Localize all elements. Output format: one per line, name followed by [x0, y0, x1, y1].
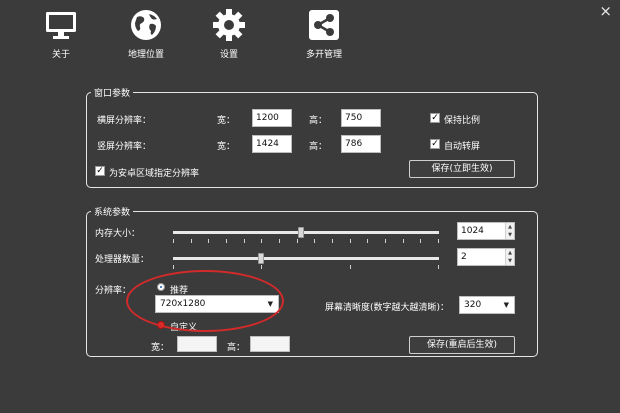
resolution-label: 分辨率：	[95, 286, 132, 296]
keep-ratio-checkbox[interactable]: ✓	[430, 113, 440, 123]
system-params-title: 系统参数	[91, 205, 134, 218]
slider-tick	[314, 239, 315, 243]
cpu-slider-thumb[interactable]	[258, 253, 264, 264]
memory-slider-ticks	[173, 239, 439, 243]
spinner-arrows-icon[interactable]: ▲ ▼	[505, 223, 514, 239]
landscape-height-label: 高：	[309, 116, 328, 126]
slider-tick	[173, 265, 174, 269]
toolbar-location-button[interactable]: 地理位置	[116, 8, 176, 60]
slider-tick	[420, 239, 421, 243]
memory-size-spinner[interactable]: 1024 ▲ ▼	[457, 222, 515, 240]
slider-tick	[350, 265, 351, 269]
save-restart-button[interactable]: 保存(重启后生效)	[409, 336, 515, 354]
slider-tick	[173, 239, 174, 243]
slider-tick	[261, 239, 262, 243]
custom-width-label: 宽：	[151, 343, 170, 353]
android-area-checkbox[interactable]: ✓	[95, 166, 105, 176]
dpi-select-value: 320	[464, 300, 482, 310]
slider-tick	[438, 265, 439, 269]
slider-tick	[279, 239, 280, 243]
toolbar-settings-button[interactable]: 设置	[199, 8, 259, 60]
slider-tick	[191, 239, 192, 243]
toolbar-about-button[interactable]: 关于	[31, 8, 91, 60]
memory-size-label: 内存大小：	[95, 229, 141, 239]
toolbar-multi-instance-button[interactable]: 多开管理	[294, 8, 354, 60]
memory-slider-thumb[interactable]	[298, 227, 304, 238]
window-params-title: 窗口参数	[91, 86, 134, 99]
slider-tick	[438, 239, 439, 243]
share-icon	[309, 10, 339, 40]
landscape-width-input[interactable]	[252, 109, 292, 127]
auto-rotate-label: 自动转屏	[444, 142, 481, 152]
slider-tick	[385, 239, 386, 243]
portrait-height-label: 高：	[309, 142, 328, 152]
cpu-count-value: 2	[461, 252, 467, 262]
gear-icon	[213, 9, 245, 41]
custom-height-label: 高：	[227, 343, 246, 353]
toolbar-location-label: 地理位置	[127, 50, 164, 60]
annotation-ellipse	[126, 270, 284, 332]
landscape-width-label: 宽：	[217, 116, 236, 126]
cpu-slider-track[interactable]	[173, 257, 439, 260]
portrait-resolution-label: 竖屏分辨率：	[97, 142, 152, 152]
custom-width-input[interactable]	[177, 336, 217, 352]
dpi-select[interactable]: 320 ▼	[459, 296, 515, 314]
android-area-label: 为安卓区域指定分辨率	[109, 169, 200, 179]
chevron-down-icon: ▼	[503, 301, 509, 309]
slider-tick	[403, 239, 404, 243]
landscape-resolution-label: 横屏分辨率：	[97, 116, 152, 126]
slider-tick	[297, 239, 298, 243]
monitor-icon	[46, 12, 76, 39]
memory-size-value: 1024	[461, 226, 484, 236]
portrait-width-input[interactable]	[252, 135, 292, 153]
toolbar-multi-instance-label: 多开管理	[305, 50, 342, 60]
slider-tick	[367, 239, 368, 243]
save-immediate-button[interactable]: 保存(立即生效)	[409, 160, 515, 178]
cpu-count-spinner[interactable]: 2 ▲ ▼	[457, 248, 515, 266]
memory-slider-track[interactable]	[173, 231, 439, 234]
close-icon[interactable]: ×	[599, 4, 612, 19]
toolbar-settings-label: 设置	[219, 50, 238, 60]
globe-icon	[131, 10, 161, 40]
custom-height-input[interactable]	[250, 336, 290, 352]
slider-tick	[226, 239, 227, 243]
slider-tick	[261, 265, 262, 269]
slider-tick	[208, 239, 209, 243]
slider-tick	[350, 239, 351, 243]
portrait-width-label: 宽：	[217, 142, 236, 152]
cpu-slider-ticks	[173, 265, 439, 269]
spinner-arrows-icon[interactable]: ▲ ▼	[505, 249, 514, 265]
keep-ratio-label: 保持比例	[444, 116, 481, 126]
slider-tick	[332, 239, 333, 243]
portrait-height-input[interactable]	[341, 135, 381, 153]
landscape-height-input[interactable]	[341, 109, 381, 127]
auto-rotate-checkbox[interactable]: ✓	[430, 139, 440, 149]
toolbar-about-label: 关于	[51, 50, 70, 60]
toolbar: 关于 地理位置 设置 多开管理 ×	[0, 0, 620, 66]
cpu-count-label: 处理器数量：	[95, 255, 150, 265]
slider-tick	[244, 239, 245, 243]
window-params-group: 窗口参数 横屏分辨率： 宽： 高： ✓ 保持比例 竖屏分辨率： 宽： 高： ✓ …	[86, 86, 538, 188]
dpi-label: 屏幕清晰度(数字越大越清晰)：	[325, 303, 450, 313]
